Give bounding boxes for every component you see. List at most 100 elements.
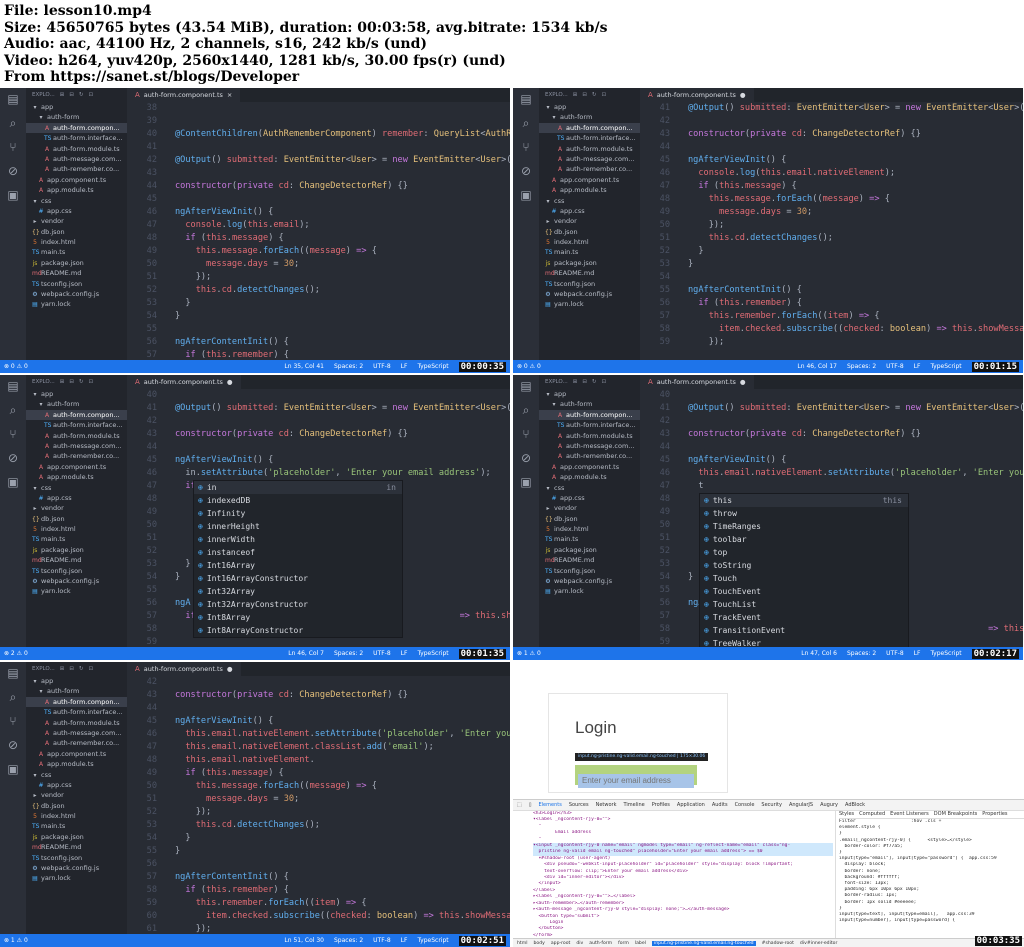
file-tree-item[interactable]: Aauth-form.compon... xyxy=(539,122,640,134)
autocomplete-item[interactable]: ⊕ TransitionEvent xyxy=(700,624,908,637)
file-tree-item[interactable]: ⚙ webpack.config.js xyxy=(539,289,640,299)
file-tree-item[interactable]: Aauth-form.module.ts xyxy=(539,144,640,154)
file-tree-item[interactable]: ⚙ webpack.config.js xyxy=(26,863,127,873)
file-tree-item[interactable]: Aauth-message.com... xyxy=(539,441,640,451)
file-tree-item[interactable]: ▸ vendor xyxy=(26,216,127,226)
new-folder-icon[interactable]: ⊟ xyxy=(582,379,587,385)
file-tree-item[interactable]: {}db.json xyxy=(26,514,127,524)
explorer-icon[interactable]: ▤ xyxy=(6,92,20,106)
file-tree-item[interactable]: TS tsconfig.json xyxy=(539,566,640,576)
file-tree-item[interactable]: Aauth-remember.co... xyxy=(26,738,127,748)
git-icon[interactable]: ⑂ xyxy=(6,427,20,441)
file-tree-item[interactable]: ▾ css xyxy=(26,770,127,780)
device-icon[interactable]: ▯ xyxy=(529,802,532,808)
problems-count[interactable]: ⊗ 1 ⚠ 0 xyxy=(517,650,541,657)
file-tree-item[interactable]: js package.json xyxy=(26,545,127,555)
breadcrumb-item[interactable]: form xyxy=(618,941,629,946)
devtools-tab[interactable]: Network xyxy=(596,802,617,808)
file-tree-item[interactable]: Aapp.module.ts xyxy=(26,185,127,195)
file-tree-item[interactable]: {}db.json xyxy=(539,227,640,237)
file-tree-item[interactable]: TS main.ts xyxy=(539,247,640,257)
file-tree-item[interactable]: Aapp.component.ts xyxy=(26,175,127,185)
editor-tab[interactable]: Aauth-form.component.ts ● xyxy=(127,375,241,389)
eol[interactable]: LF xyxy=(401,363,408,370)
file-tree-item[interactable]: ▤ yarn.lock xyxy=(539,299,640,309)
dirty-dot-icon[interactable]: ● xyxy=(227,665,233,673)
file-tree-item[interactable]: Aapp.component.ts xyxy=(539,175,640,185)
breadcrumb-item[interactable]: auth-form xyxy=(589,941,612,946)
indent[interactable]: Spaces: 2 xyxy=(334,937,363,944)
file-tree-item[interactable]: {}db.json xyxy=(539,514,640,524)
file-tree-item[interactable]: # app.css xyxy=(26,206,127,216)
language[interactable]: TypeScript xyxy=(417,937,448,944)
file-tree-item[interactable]: 5 index.html xyxy=(539,237,640,247)
file-tree-item[interactable]: # app.css xyxy=(539,493,640,503)
autocomplete-item[interactable]: ⊕ Int32Array xyxy=(194,585,402,598)
file-tree-item[interactable]: js package.json xyxy=(539,545,640,555)
file-tree-item[interactable]: ▾ auth-form xyxy=(26,686,127,696)
breadcrumb-item[interactable]: html xyxy=(517,941,527,946)
editor-tab[interactable]: Aauth-form.component.ts × xyxy=(127,88,241,102)
file-tree-item[interactable]: Aauth-remember.co... xyxy=(26,164,127,174)
extensions-icon[interactable]: ▣ xyxy=(519,188,533,202)
elements-panel[interactable]: <h3>Login</h3> ▾<label _ngcontent-rjy-0="… xyxy=(513,811,833,938)
file-tree-item[interactable]: Aauth-form.compon... xyxy=(26,696,127,708)
encoding[interactable]: UTF-8 xyxy=(373,363,391,370)
editor-tab[interactable]: Aauth-form.component.ts ● xyxy=(127,662,241,676)
new-file-icon[interactable]: ⊞ xyxy=(573,92,578,98)
debug-icon[interactable]: ⊘ xyxy=(6,738,20,752)
cursor-position[interactable]: Ln 35, Col 41 xyxy=(284,363,324,370)
file-tree-item[interactable]: 5 index.html xyxy=(26,811,127,821)
refresh-icon[interactable]: ↻ xyxy=(79,666,84,672)
file-tree-item[interactable]: Aauth-remember.co... xyxy=(26,451,127,461)
file-tree-item[interactable]: 5 index.html xyxy=(26,524,127,534)
autocomplete-item[interactable]: ⊕ Int16ArrayConstructor xyxy=(194,572,402,585)
devtools-tab[interactable]: Security xyxy=(761,802,782,808)
file-tree-item[interactable]: Aauth-remember.co... xyxy=(539,451,640,461)
file-tree-item[interactable]: ▾ css xyxy=(539,196,640,206)
file-tree-item[interactable]: Aauth-form.module.ts xyxy=(26,718,127,728)
eol[interactable]: LF xyxy=(914,650,921,657)
refresh-icon[interactable]: ↻ xyxy=(592,379,597,385)
cursor-position[interactable]: Ln 46, Col 7 xyxy=(288,650,324,657)
styles-tab[interactable]: Styles xyxy=(839,811,854,818)
devtools-tab[interactable]: Elements xyxy=(539,802,562,808)
file-tree-item[interactable]: Aapp.component.ts xyxy=(26,749,127,759)
devtools-tab[interactable]: Console xyxy=(735,802,755,808)
styles-tab[interactable]: Properties xyxy=(982,811,1007,818)
file-tree-item[interactable]: Aapp.component.ts xyxy=(539,462,640,472)
file-tree-item[interactable]: TS auth-form.interface... xyxy=(26,707,127,717)
autocomplete-item[interactable]: ⊕ toolbar xyxy=(700,533,908,546)
code-area[interactable]: 42 43 constructor(private cd: ChangeDetec… xyxy=(127,676,510,936)
explorer-icon[interactable]: ▤ xyxy=(519,379,533,393)
autocomplete-item[interactable]: ⊕ instanceof xyxy=(194,546,402,559)
debug-icon[interactable]: ⊘ xyxy=(6,164,20,178)
debug-icon[interactable]: ⊘ xyxy=(519,451,533,465)
file-tree-item[interactable]: # app.css xyxy=(26,780,127,790)
devtools-tab[interactable]: AngularJS xyxy=(789,802,813,808)
indent[interactable]: Spaces: 2 xyxy=(847,650,876,657)
file-tree-item[interactable]: ⚙ webpack.config.js xyxy=(26,576,127,586)
autocomplete-item[interactable]: ⊕ indexedDB xyxy=(194,494,402,507)
indent[interactable]: Spaces: 2 xyxy=(847,363,876,370)
autocomplete-item[interactable]: ⊕ Int32ArrayConstructor xyxy=(194,598,402,611)
file-tree-item[interactable]: ▾ app xyxy=(26,389,127,399)
file-tree-item[interactable]: mdREADME.md xyxy=(26,268,127,278)
editor-tab[interactable]: Aauth-form.component.ts ● xyxy=(640,88,754,102)
collapse-icon[interactable]: ⊡ xyxy=(602,92,607,98)
file-tree-item[interactable]: ⚙ webpack.config.js xyxy=(26,289,127,299)
breadcrumb-item[interactable]: div#inner-editor xyxy=(800,941,837,946)
file-tree-item[interactable]: {}db.json xyxy=(26,227,127,237)
file-tree-item[interactable]: # app.css xyxy=(539,206,640,216)
file-tree-item[interactable]: ▾ auth-form xyxy=(539,112,640,122)
encoding[interactable]: UTF-8 xyxy=(886,650,904,657)
dirty-dot-icon[interactable]: ● xyxy=(740,91,746,99)
search-icon[interactable]: ⌕ xyxy=(519,403,533,417)
file-tree-item[interactable]: ▤ yarn.lock xyxy=(26,586,127,596)
autocomplete-item[interactable]: ⊕ this this xyxy=(700,494,908,507)
file-tree-item[interactable]: ▾ auth-form xyxy=(26,399,127,409)
autocomplete-item[interactable]: ⊕ TrackEvent xyxy=(700,611,908,624)
code-area[interactable]: 38 39 40 @ContentChildren(AuthRememberCom… xyxy=(127,102,510,373)
devtools-tab[interactable]: Audits xyxy=(712,802,728,808)
search-icon[interactable]: ⌕ xyxy=(6,403,20,417)
